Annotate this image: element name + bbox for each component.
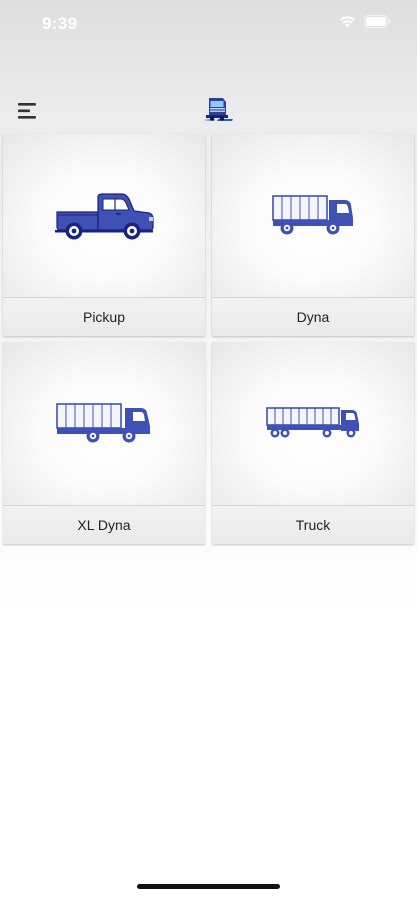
wifi-icon — [339, 15, 356, 33]
semi-truck-icon — [266, 407, 359, 438]
status-icons — [339, 15, 391, 33]
home-indicator[interactable] — [137, 884, 280, 889]
xl-dyna-truck-icon — [56, 403, 150, 443]
menu-icon — [18, 103, 36, 119]
status-time: 9:39 — [42, 14, 78, 33]
dyna-truck-icon — [272, 195, 353, 235]
vehicle-label: Dyna — [212, 297, 414, 336]
vehicle-label: Truck — [212, 505, 414, 544]
status-bar: 9:39 — [0, 0, 417, 44]
vehicle-label: XL Dyna — [3, 505, 205, 544]
menu-button[interactable] — [14, 98, 42, 124]
vehicle-image — [212, 342, 414, 506]
vehicle-image — [212, 134, 414, 298]
app-header — [0, 90, 417, 132]
vehicle-image — [3, 134, 205, 298]
vehicle-label: Pickup — [3, 297, 205, 336]
vehicle-card-pickup[interactable]: Pickup — [3, 134, 205, 336]
vehicle-card-truck[interactable]: Truck — [212, 342, 414, 544]
pickup-truck-icon — [55, 193, 154, 240]
battery-icon — [364, 15, 391, 33]
truck-logo-icon — [203, 96, 233, 124]
vehicle-card-xl-dyna[interactable]: XL Dyna — [3, 342, 205, 544]
vehicle-image — [3, 342, 205, 506]
vehicle-card-dyna[interactable]: Dyna — [212, 134, 414, 336]
